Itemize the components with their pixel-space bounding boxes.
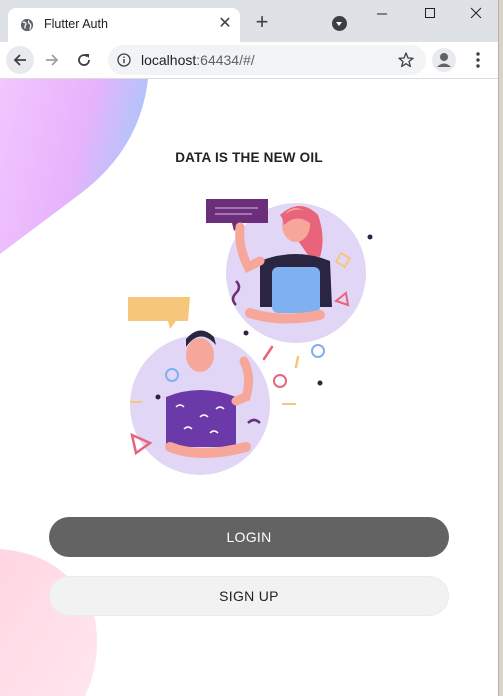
browser-toolbar: localhost:64434/#/ xyxy=(0,42,498,79)
tab-bar: Flutter Auth ✕ + xyxy=(0,0,498,42)
back-button[interactable] xyxy=(6,46,34,74)
address-bar[interactable]: localhost:64434/#/ xyxy=(108,45,426,75)
forward-button[interactable] xyxy=(38,46,66,74)
minimize-icon[interactable] xyxy=(372,4,392,24)
reload-icon xyxy=(78,54,90,66)
maximize-icon[interactable] xyxy=(420,4,440,24)
url-path: :64434/#/ xyxy=(196,52,255,68)
reload-button[interactable] xyxy=(70,46,98,74)
back-icon xyxy=(13,54,26,66)
window-close-icon[interactable] xyxy=(466,4,486,24)
app-page: DATA IS THE NEW OIL LOGIN SIGN UP xyxy=(0,79,498,696)
profile-icon[interactable] xyxy=(432,48,456,72)
tab-search-icon[interactable] xyxy=(332,16,347,31)
chat-illustration xyxy=(128,199,373,475)
browser-window: Flutter Auth ✕ + localhost:64434/#/ DATA… xyxy=(0,0,498,696)
tab-title: Flutter Auth xyxy=(44,17,108,31)
signup-button[interactable]: SIGN UP xyxy=(49,576,449,616)
tab-flutter-auth[interactable]: Flutter Auth ✕ xyxy=(8,8,240,42)
star-icon[interactable] xyxy=(397,51,415,69)
close-icon[interactable]: ✕ xyxy=(216,15,234,33)
page-title: DATA IS THE NEW OIL xyxy=(175,150,323,165)
plus-icon[interactable]: + xyxy=(252,11,272,33)
globe-icon xyxy=(20,18,34,32)
url-text[interactable]: localhost:64434/#/ xyxy=(141,52,255,68)
url-host: localhost xyxy=(141,52,197,68)
forward-icon xyxy=(46,54,59,66)
login-button[interactable]: LOGIN xyxy=(49,517,449,557)
background-window-edge xyxy=(498,0,503,696)
info-icon[interactable] xyxy=(117,53,131,67)
decor-blob-bottom xyxy=(0,549,98,696)
menu-icon[interactable] xyxy=(470,50,486,70)
